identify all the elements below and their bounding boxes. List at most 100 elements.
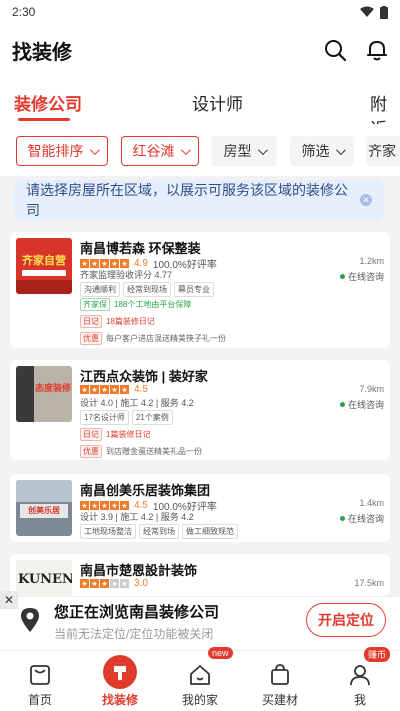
rating-score: 3.0 bbox=[134, 578, 148, 589]
company-tags: 17名设计师 21个案例 bbox=[80, 410, 173, 425]
star-icon: ★ bbox=[90, 385, 99, 394]
star-icon: ★ bbox=[110, 385, 119, 394]
promo-text: 每户客户进店混送精美筷子礼一份 bbox=[106, 334, 226, 343]
company-stats: 设计 4.0 | 施工 4.2 | 服务 4.2 bbox=[80, 398, 194, 408]
thumbnail-text: 创美乐居 bbox=[20, 504, 68, 518]
enable-location-button[interactable]: 开启定位 bbox=[306, 603, 386, 637]
status-time: 2:30 bbox=[12, 5, 36, 19]
promo-line: 优惠 到店赠金蛋送精美礼品一份 bbox=[80, 445, 202, 458]
more-filter[interactable]: 筛选 bbox=[290, 136, 354, 166]
qijia-filter-label: 齐家 bbox=[368, 143, 396, 159]
search-icon[interactable] bbox=[324, 39, 346, 61]
chevron-down-icon bbox=[89, 144, 100, 155]
house-type-filter[interactable]: 房型 bbox=[211, 136, 277, 166]
area-notice: 请选择房屋所在区域，以展示可服务该区域的装修公司 ✕ bbox=[14, 180, 384, 220]
company-tag: 经常到场 bbox=[139, 524, 179, 539]
online-consult[interactable]: 在线咨询 bbox=[339, 512, 384, 525]
nav-item-me[interactable]: 赚币 我 bbox=[320, 647, 400, 711]
nav-item-my-home[interactable]: new 我的家 bbox=[160, 647, 240, 711]
company-card[interactable]: 齐家自营 南昌博若森 环保整装 ★ ★ ★ ★ ★ 4.9 100.0%好评率 齐家监理… bbox=[10, 232, 390, 348]
company-name: 南昌博若森 环保整装 bbox=[80, 241, 201, 256]
company-tag: 沟通顺利 bbox=[80, 282, 120, 297]
star-icon: ★ bbox=[80, 259, 89, 268]
company-card[interactable]: 态度装修 江西点众装饰 | 装好家 ★ ★ ★ ★ ★ 4.5 设计 4.0 | 施工 … bbox=[10, 360, 390, 460]
company-thumbnail: 齐家自营 bbox=[16, 238, 72, 294]
online-consult[interactable]: 在线咨询 bbox=[339, 270, 384, 283]
star-icon: ★ bbox=[110, 501, 119, 510]
online-consult-label: 在线咨询 bbox=[347, 514, 384, 524]
district-filter[interactable]: 红谷滩 bbox=[121, 136, 199, 166]
renovation-icon bbox=[103, 655, 137, 689]
star-icon: ★ bbox=[80, 579, 89, 588]
online-consult-label: 在线咨询 bbox=[347, 400, 384, 410]
company-thumbnail: 态度装修 bbox=[16, 366, 72, 422]
bell-icon[interactable] bbox=[366, 39, 388, 61]
close-icon[interactable]: ✕ bbox=[360, 194, 372, 206]
app-header: 找装修 bbox=[0, 24, 400, 76]
house-type-filter-label: 房型 bbox=[223, 143, 252, 159]
nav-label: 我 bbox=[353, 693, 366, 707]
company-tag: 经常到现场 bbox=[123, 282, 171, 297]
coin-badge: 赚币 bbox=[364, 647, 391, 662]
chevron-down-icon bbox=[180, 144, 191, 155]
thumbnail-text: 态度装修 bbox=[34, 383, 71, 393]
company-card[interactable]: 创美乐居 南昌创美乐居装饰集团 ★ ★ ★ ★ ★ 4.5 100.0%好评率 设计 3… bbox=[10, 474, 390, 542]
star-rating: ★ ★ ★ ★ ★ bbox=[80, 501, 129, 510]
star-icon: ★ bbox=[90, 579, 99, 588]
close-icon[interactable]: ✕ bbox=[0, 591, 18, 609]
online-consult[interactable]: 在线咨询 bbox=[339, 398, 384, 411]
star-rating: ★ ★ ★ ★ ★ bbox=[80, 259, 129, 268]
promo-badge: 优惠 bbox=[80, 445, 102, 458]
company-rating: ★ ★ ★ ★ ★ 4.5 bbox=[80, 384, 148, 395]
chevron-down-icon bbox=[257, 144, 268, 155]
star-rating: ★ ★ ★ ★ ★ bbox=[80, 385, 129, 394]
star-icon: ★ bbox=[110, 259, 119, 268]
star-rating: ★ ★ ★ ★ ★ bbox=[80, 579, 129, 588]
company-rating: ★ ★ ★ ★ ★ 3.0 bbox=[80, 578, 148, 589]
star-icon: ★ bbox=[100, 579, 109, 588]
category-tabs: 装修公司 设计师 附近 bbox=[0, 76, 400, 139]
location-bar: ✕ 您正在浏览南昌装修公司 当前无法定位/定位功能被关闭 开启定位 bbox=[0, 591, 400, 650]
online-dot bbox=[339, 402, 345, 407]
promo-text: 到店赠金蛋送精美礼品一份 bbox=[106, 447, 202, 456]
company-card[interactable]: KUNEN 南昌市楚恩設計装饰 ★ ★ ★ ★ ★ 3.0 17.5km bbox=[10, 554, 390, 596]
star-icon: ★ bbox=[100, 501, 109, 510]
notice-text: 请选择房屋所在区域，以展示可服务该区域的装修公司 bbox=[26, 182, 348, 218]
company-name: 南昌创美乐居装饰集团 bbox=[80, 483, 211, 498]
promo-badge: 优惠 bbox=[80, 332, 102, 345]
company-tags: 工地现场整洁 经常到场 做工细致规范 bbox=[80, 524, 238, 539]
star-icon: ★ bbox=[80, 501, 89, 510]
online-dot bbox=[339, 274, 345, 279]
thumbnail-text: KUNEN bbox=[18, 572, 72, 587]
company-tag: 21个案例 bbox=[131, 410, 173, 425]
rating-score: 4.5 bbox=[134, 384, 148, 395]
diary-badge: 日记 bbox=[80, 315, 102, 328]
company-distance: 7.9km bbox=[359, 384, 384, 394]
company-stats: 设计 3.9 | 施工 4.2 | 服务 4.2 bbox=[80, 512, 194, 522]
star-icon: ★ bbox=[90, 501, 99, 510]
nav-item-home[interactable]: 首页 bbox=[0, 651, 80, 711]
nav-item-buy-materials[interactable]: 买建材 bbox=[240, 651, 320, 711]
diary-line: 日记 18篇装修日记 bbox=[80, 315, 155, 328]
star-icon: ★ bbox=[120, 259, 129, 268]
more-filter-label: 筛选 bbox=[301, 143, 330, 159]
diary-line: 日记 1篇装修日记 bbox=[80, 428, 150, 441]
thumbnail-text: 齐家自营 bbox=[22, 255, 66, 267]
status-icons bbox=[360, 5, 388, 19]
diary-badge: 日记 bbox=[80, 428, 102, 441]
sort-filter[interactable]: 智能排序 bbox=[16, 136, 108, 166]
nav-label: 找装修 bbox=[101, 693, 138, 707]
promo-line: 优惠 每户客户进店混送精美筷子礼一份 bbox=[80, 332, 226, 345]
nav-item-find-renovation[interactable]: 找装修 bbox=[80, 651, 160, 711]
company-name: 南昌市楚恩設計装饰 bbox=[80, 563, 198, 578]
tab-companies[interactable]: 装修公司 bbox=[14, 90, 82, 115]
qijia-filter[interactable]: 齐家 bbox=[366, 136, 400, 166]
guarantee-badge: 齐家保 bbox=[80, 298, 110, 311]
star-icon: ★ bbox=[80, 385, 89, 394]
diary-text: 18篇装修日记 bbox=[106, 317, 155, 326]
star-icon: ★ bbox=[120, 579, 129, 588]
company-tag: 工地现场整洁 bbox=[80, 524, 136, 539]
tab-designers[interactable]: 设计师 bbox=[192, 90, 243, 115]
guarantee-line: 齐家保 188个工地由平台保障 bbox=[80, 298, 191, 311]
location-title: 您正在浏览南昌装修公司 bbox=[54, 604, 220, 621]
